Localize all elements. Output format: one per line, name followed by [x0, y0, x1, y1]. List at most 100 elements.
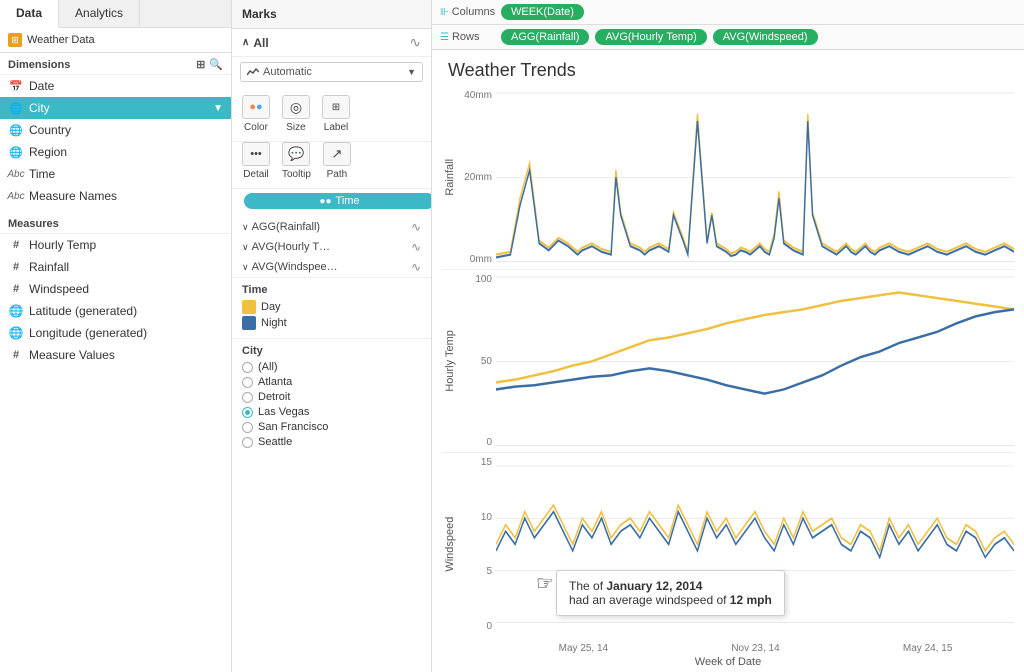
- agg-hourly-row[interactable]: ∨ AVG(Hourly T… ∿: [232, 237, 431, 257]
- windspeed-tick-10: 10: [481, 512, 492, 523]
- abc-icon-measure-names: Abc: [8, 188, 24, 204]
- columns-label: ⊪ Columns: [440, 6, 495, 18]
- hash-icon-values: #: [8, 347, 24, 363]
- rainfall-chart-row: Rainfall 40mm 20mm 0mm: [442, 86, 1014, 270]
- agg-windspeed-row[interactable]: ∨ AVG(Windspee… ∿: [232, 257, 431, 277]
- hash-icon-hourly: #: [8, 237, 24, 253]
- tooltip-prefix: The: [569, 579, 593, 593]
- dimension-city[interactable]: 🌐 City ▼: [0, 97, 231, 119]
- tooltip-line1: The of January 12, 2014: [569, 579, 772, 593]
- radio-detroit: [242, 392, 253, 403]
- marks-type-dropdown[interactable]: Automatic ▼: [240, 62, 423, 82]
- legend-night-label: Night: [261, 317, 287, 329]
- dimension-country[interactable]: 🌐 Country: [0, 119, 231, 141]
- agg-rainfall-row[interactable]: ∨ AGG(Rainfall) ∿: [232, 217, 431, 237]
- tooltip: The of January 12, 2014 had an average w…: [556, 570, 785, 616]
- dropdown-arrow: ▼: [407, 67, 416, 77]
- city-san-francisco[interactable]: San Francisco: [242, 421, 421, 433]
- tooltip-button[interactable]: 💬 Tooltip: [282, 142, 311, 180]
- x-label-3: May 24, 15: [903, 643, 952, 654]
- city-filter: City (All) Atlanta Detroit Las Vegas San…: [232, 338, 431, 457]
- data-source-row[interactable]: ⊞ Weather Data: [0, 28, 231, 53]
- meas-hourly-label: Hourly Temp: [29, 238, 96, 252]
- city-las-vegas[interactable]: Las Vegas: [242, 406, 421, 418]
- line-agg1: ∿: [411, 220, 421, 234]
- tab-bar: Data Analytics: [0, 0, 231, 28]
- city-detroit-label: Detroit: [258, 391, 290, 403]
- dimension-date[interactable]: 📅 Date: [0, 75, 231, 97]
- globe-icon-city: 🌐: [8, 100, 24, 116]
- tooltip-value: 12 mph: [730, 593, 772, 607]
- size-button[interactable]: ◎ Size: [282, 95, 310, 133]
- rows-text: Rows: [452, 31, 480, 43]
- chart-panel: ⊪ Columns WEEK(Date) ☰ Rows AGG(Rainfall…: [432, 0, 1024, 672]
- city-sf-label: San Francisco: [258, 421, 328, 433]
- city-dropdown-arrow: ▼: [213, 103, 223, 114]
- city-seattle-label: Seattle: [258, 436, 292, 448]
- time-pill-container: ●● Time: [232, 189, 431, 217]
- measure-latitude[interactable]: 🌐 Latitude (generated): [0, 300, 231, 322]
- dimensions-header-icons: ⊞ 🔍: [196, 58, 223, 71]
- windspeed-y-axis: 15 10 5 0: [458, 453, 496, 636]
- city-seattle[interactable]: Seattle: [242, 436, 421, 448]
- columns-text: Columns: [452, 6, 495, 18]
- city-atlanta-label: Atlanta: [258, 376, 292, 388]
- rainfall-y-label: Rainfall: [442, 86, 458, 269]
- marks-icons-row2: ••• Detail 💬 Tooltip ↗ Path: [232, 142, 431, 189]
- line-agg2: ∿: [411, 240, 421, 254]
- radio-atlanta: [242, 377, 253, 388]
- rows-windspeed-pill[interactable]: AVG(Windspeed): [713, 29, 818, 45]
- time-pill[interactable]: ●● Time: [244, 193, 432, 209]
- radio-las-vegas: [242, 407, 253, 418]
- marks-all-label: ∧ All: [242, 36, 269, 50]
- measure-windspeed[interactable]: # Windspeed: [0, 278, 231, 300]
- tab-data[interactable]: Data: [0, 0, 59, 28]
- charts-area: Rainfall 40mm 20mm 0mm: [432, 86, 1024, 641]
- rows-rainfall-pill[interactable]: AGG(Rainfall): [501, 29, 589, 45]
- measure-rainfall[interactable]: # Rainfall: [0, 256, 231, 278]
- tooltip-line2-prefix: had an average windspeed of: [569, 593, 730, 607]
- radio-all: [242, 362, 253, 373]
- rows-icon: ☰: [440, 32, 449, 43]
- legend-day-label: Day: [261, 301, 281, 313]
- dimension-time[interactable]: Abc Time: [0, 163, 231, 185]
- radio-sf: [242, 422, 253, 433]
- city-all[interactable]: (All): [242, 361, 421, 373]
- windspeed-y-label: Windspeed: [442, 453, 458, 636]
- city-atlanta[interactable]: Atlanta: [242, 376, 421, 388]
- search-icon[interactable]: 🔍: [209, 58, 223, 71]
- measure-hourly-temp[interactable]: # Hourly Temp: [0, 234, 231, 256]
- color-button[interactable]: ●● Color: [242, 95, 270, 133]
- meas-rainfall-label: Rainfall: [29, 260, 69, 274]
- dimension-measure-names[interactable]: Abc Measure Names: [0, 185, 231, 207]
- measure-values[interactable]: # Measure Values: [0, 344, 231, 366]
- columns-week-pill[interactable]: WEEK(Date): [501, 4, 584, 20]
- path-button[interactable]: ↗ Path: [323, 142, 351, 180]
- agg-hourly-label: ∨ AVG(Hourly T…: [242, 241, 330, 253]
- rainfall-tick-0: 0mm: [470, 254, 492, 265]
- night-color-swatch: [242, 316, 256, 330]
- globe-icon-lon: 🌐: [8, 325, 24, 341]
- city-detroit[interactable]: Detroit: [242, 391, 421, 403]
- rows-label: ☰ Rows: [440, 31, 495, 43]
- measure-longitude[interactable]: 🌐 Longitude (generated): [0, 322, 231, 344]
- day-color-swatch: [242, 300, 256, 314]
- label-button[interactable]: ⊞ Label: [322, 95, 350, 133]
- tab-analytics[interactable]: Analytics: [59, 0, 140, 27]
- dimensions-header: Dimensions ⊞ 🔍: [0, 53, 231, 75]
- radio-seattle: [242, 437, 253, 448]
- abc-icon-time: Abc: [8, 166, 24, 182]
- grid-icon[interactable]: ⊞: [196, 58, 205, 71]
- marks-header: Marks: [232, 0, 431, 29]
- rows-hourly-pill[interactable]: AVG(Hourly Temp): [595, 29, 706, 45]
- rainfall-svg-area: [496, 86, 1014, 269]
- dimension-region[interactable]: 🌐 Region: [0, 141, 231, 163]
- detail-button[interactable]: ••• Detail: [242, 142, 270, 180]
- chevron-agg3: ∨: [242, 262, 249, 273]
- chevron-agg2: ∨: [242, 242, 249, 253]
- measures-label: Measures: [8, 218, 59, 230]
- meas-lon-label: Longitude (generated): [29, 326, 147, 340]
- hourly-tick-0: 0: [486, 437, 492, 448]
- size-icon: ◎: [282, 95, 310, 119]
- meas-windspeed-label: Windspeed: [29, 282, 89, 296]
